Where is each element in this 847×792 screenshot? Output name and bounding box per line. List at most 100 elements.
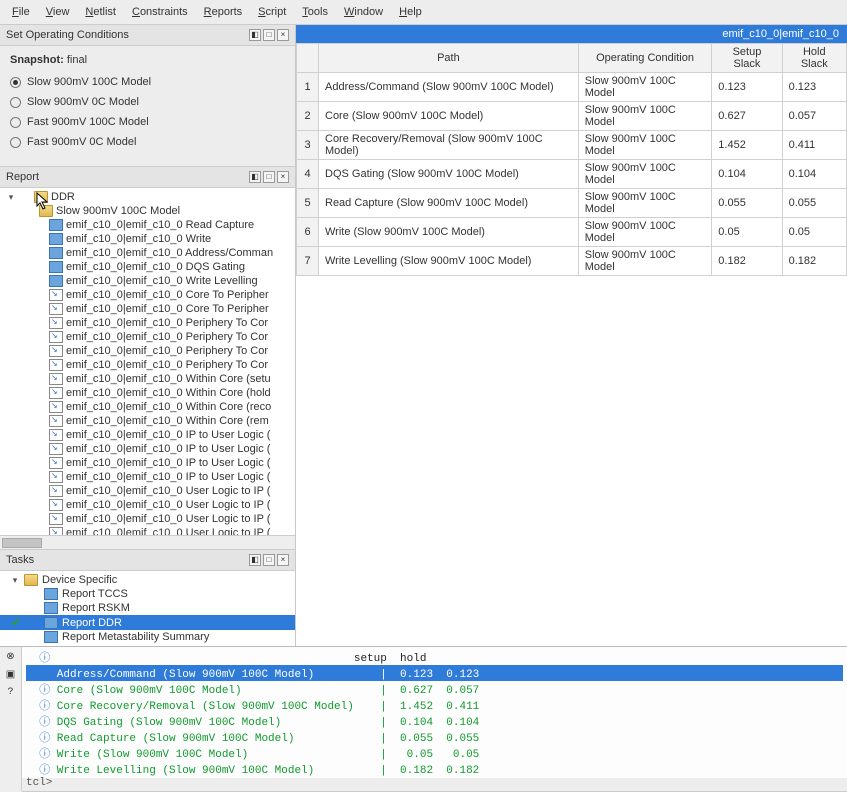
tree-item[interactable]: emif_c10_0|emif_c10_0 Core To Peripher: [0, 288, 295, 302]
tree-item[interactable]: emif_c10_0|emif_c10_0 Write Levelling: [0, 274, 295, 288]
menu-reports[interactable]: Reports: [198, 4, 249, 20]
tree-item[interactable]: emif_c10_0|emif_c10_0 Within Core (reco: [0, 400, 295, 414]
table-row[interactable]: 1Address/Command (Slow 900mV 100C Model)…: [297, 73, 847, 102]
radio-icon[interactable]: [10, 137, 21, 148]
console-line[interactable]: ⓘ Address/Command (Slow 900mV 100C Model…: [26, 665, 843, 681]
table-row[interactable]: 7Write Levelling (Slow 900mV 100C Model)…: [297, 247, 847, 276]
pin-icon[interactable]: ◧: [249, 554, 261, 566]
column-header[interactable]: [297, 44, 319, 73]
menu-help[interactable]: Help: [393, 4, 428, 20]
snapshot-label: Snapshot:: [10, 54, 64, 66]
console-output[interactable]: ⓘ setup hold ⓘ Address/Command (Slow 900…: [22, 647, 847, 791]
tree-item[interactable]: emif_c10_0|emif_c10_0 Within Core (setu: [0, 372, 295, 386]
task-item[interactable]: Report Metastability Summary: [0, 630, 295, 644]
task-item[interactable]: Report TCCS: [0, 587, 295, 601]
task-label: Report RSKM: [62, 602, 130, 614]
console-close-icon[interactable]: ⊗: [6, 651, 14, 663]
tree-item[interactable]: emif_c10_0|emif_c10_0 Periphery To Cor: [0, 344, 295, 358]
check-icon: ✔: [10, 616, 22, 629]
tree-item[interactable]: emif_c10_0|emif_c10_0 IP to User Logic (: [0, 442, 295, 456]
tree-item[interactable]: Slow 900mV 100C Model: [0, 204, 295, 218]
opcond-option[interactable]: Slow 900mV 0C Model: [10, 92, 285, 112]
console-line[interactable]: ⓘ Write (Slow 900mV 100C Model) | 0.05 0…: [26, 745, 843, 761]
tree-item[interactable]: emif_c10_0|emif_c10_0 User Logic to IP (: [0, 512, 295, 526]
opcond-option[interactable]: Fast 900mV 0C Model: [10, 132, 285, 152]
column-header[interactable]: Operating Condition: [578, 44, 712, 73]
table-row[interactable]: 2Core (Slow 900mV 100C Model)Slow 900mV …: [297, 102, 847, 131]
tree-item[interactable]: emif_c10_0|emif_c10_0 Read Capture: [0, 218, 295, 232]
tree-label: emif_c10_0|emif_c10_0 IP to User Logic (: [66, 457, 270, 469]
tree-item[interactable]: emif_c10_0|emif_c10_0 Periphery To Cor: [0, 316, 295, 330]
menu-netlist[interactable]: Netlist: [79, 4, 122, 20]
tree-item[interactable]: emif_c10_0|emif_c10_0 Address/Comman: [0, 246, 295, 260]
pin-icon[interactable]: ◧: [249, 29, 261, 41]
tree-item[interactable]: emif_c10_0|emif_c10_0 IP to User Logic (: [0, 456, 295, 470]
menu-window[interactable]: Window: [338, 4, 389, 20]
report-tree[interactable]: ▾DDRSlow 900mV 100C Modelemif_c10_0|emif…: [0, 188, 295, 535]
radio-icon[interactable]: [10, 117, 21, 128]
tree-label: emif_c10_0|emif_c10_0 User Logic to IP (: [66, 499, 270, 511]
console-line[interactable]: ⓘ Write Levelling (Slow 900mV 100C Model…: [26, 761, 843, 777]
opcond-label: Slow 900mV 100C Model: [27, 76, 151, 88]
tree-item[interactable]: emif_c10_0|emif_c10_0 Within Core (hold: [0, 386, 295, 400]
path-icon: [49, 317, 63, 329]
expander-icon[interactable]: ▾: [10, 575, 20, 586]
maximize-icon[interactable]: □: [263, 29, 275, 41]
task-item[interactable]: ✔Report DDR: [0, 615, 295, 630]
tree-item[interactable]: emif_c10_0|emif_c10_0 Within Core (rem: [0, 414, 295, 428]
maximize-icon[interactable]: □: [263, 554, 275, 566]
table-row[interactable]: 6Write (Slow 900mV 100C Model)Slow 900mV…: [297, 218, 847, 247]
report-icon: [49, 247, 63, 259]
opcond-option[interactable]: Slow 900mV 100C Model: [10, 72, 285, 92]
close-icon[interactable]: ×: [277, 29, 289, 41]
tree-item[interactable]: emif_c10_0|emif_c10_0 Periphery To Cor: [0, 330, 295, 344]
console-line[interactable]: ⓘ DQS Gating (Slow 900mV 100C Model) | 0…: [26, 713, 843, 729]
tree-item[interactable]: emif_c10_0|emif_c10_0 Write: [0, 232, 295, 246]
tree-item[interactable]: emif_c10_0|emif_c10_0 DQS Gating: [0, 260, 295, 274]
row-number: 4: [297, 160, 319, 189]
menu-view[interactable]: View: [40, 4, 76, 20]
tree-item[interactable]: emif_c10_0|emif_c10_0 Periphery To Cor: [0, 358, 295, 372]
expander-icon[interactable]: ▾: [6, 192, 16, 203]
close-icon[interactable]: ×: [277, 554, 289, 566]
tree-item[interactable]: emif_c10_0|emif_c10_0 IP to User Logic (: [0, 470, 295, 484]
tree-item[interactable]: emif_c10_0|emif_c10_0 User Logic to IP (: [0, 526, 295, 535]
cell: 0.05: [782, 218, 846, 247]
table-row[interactable]: 4DQS Gating (Slow 900mV 100C Model)Slow …: [297, 160, 847, 189]
task-item[interactable]: Report RSKM: [0, 601, 295, 615]
pin-icon[interactable]: ◧: [249, 171, 261, 183]
maximize-icon[interactable]: □: [263, 171, 275, 183]
column-header[interactable]: Hold Slack: [782, 44, 846, 73]
tree-item[interactable]: emif_c10_0|emif_c10_0 User Logic to IP (: [0, 498, 295, 512]
report-icon: [49, 219, 63, 231]
console-line[interactable]: ⓘ Core (Slow 900mV 100C Model) | 0.627 0…: [26, 681, 843, 697]
menu-constraints[interactable]: Constraints: [126, 4, 194, 20]
tree-label: emif_c10_0|emif_c10_0 Read Capture: [66, 219, 254, 231]
menu-file[interactable]: File: [6, 4, 36, 20]
report-icon: [49, 275, 63, 287]
radio-icon[interactable]: [10, 77, 21, 88]
console-help-icon[interactable]: ?: [7, 687, 13, 698]
console-prompt[interactable]: tcl>: [26, 777, 843, 789]
menu-tools[interactable]: Tools: [296, 4, 334, 20]
tree-item[interactable]: emif_c10_0|emif_c10_0 IP to User Logic (: [0, 428, 295, 442]
radio-icon[interactable]: [10, 97, 21, 108]
menu-script[interactable]: Script: [252, 4, 292, 20]
close-icon[interactable]: ×: [277, 171, 289, 183]
console-filter-icon[interactable]: ▣: [6, 669, 15, 681]
column-header[interactable]: Path: [319, 44, 579, 73]
tree-label: emif_c10_0|emif_c10_0 Within Core (hold: [66, 387, 271, 399]
timing-table[interactable]: PathOperating ConditionSetup SlackHold S…: [296, 43, 847, 276]
tree-item[interactable]: emif_c10_0|emif_c10_0 Core To Peripher: [0, 302, 295, 316]
tree-item[interactable]: emif_c10_0|emif_c10_0 User Logic to IP (: [0, 484, 295, 498]
column-header[interactable]: Setup Slack: [712, 44, 782, 73]
opcond-option[interactable]: Fast 900mV 100C Model: [10, 112, 285, 132]
table-row[interactable]: 5Read Capture (Slow 900mV 100C Model)Slo…: [297, 189, 847, 218]
console-line[interactable]: ⓘ Core Recovery/Removal (Slow 900mV 100C…: [26, 697, 843, 713]
table-row[interactable]: 3Core Recovery/Removal (Slow 900mV 100C …: [297, 131, 847, 160]
tree-item[interactable]: ▾DDR: [0, 190, 295, 204]
horizontal-scrollbar[interactable]: [0, 535, 295, 549]
cell: 0.05: [712, 218, 782, 247]
tasks-group[interactable]: ▾ Device Specific: [0, 573, 295, 587]
console-line[interactable]: ⓘ Read Capture (Slow 900mV 100C Model) |…: [26, 729, 843, 745]
